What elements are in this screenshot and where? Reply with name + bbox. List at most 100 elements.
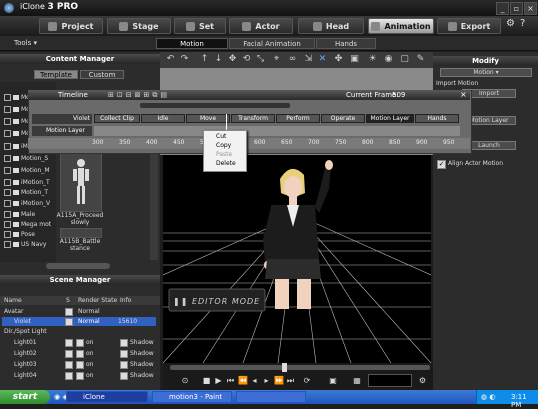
- table-row[interactable]: Light03 on Shadow: [2, 360, 156, 369]
- settings-icon[interactable]: ⚙: [506, 18, 516, 32]
- camera-icon[interactable]: ▣: [350, 55, 359, 64]
- tab-set[interactable]: Set: [174, 18, 226, 34]
- start-button[interactable]: start: [0, 390, 50, 404]
- track-cell[interactable]: Move: [186, 114, 230, 123]
- tab-custom[interactable]: Custom: [80, 70, 124, 79]
- current-frame-value[interactable]: 509: [392, 91, 405, 99]
- table-row[interactable]: Light02 on Shadow: [2, 349, 156, 358]
- eye-icon[interactable]: ◉: [384, 55, 393, 64]
- track-cell[interactable]: Transform: [231, 114, 275, 123]
- content-nav-strip[interactable]: [46, 263, 110, 269]
- minimize-button[interactable]: _: [496, 2, 509, 15]
- light-on-checkbox[interactable]: [76, 372, 84, 380]
- subtab-motion[interactable]: Motion: [156, 38, 228, 49]
- column-s[interactable]: S: [66, 297, 70, 304]
- taskbar-item[interactable]: [236, 391, 306, 403]
- record-icon[interactable]: ⊙: [177, 376, 193, 385]
- tray-icons[interactable]: ◍ ◐: [481, 393, 495, 401]
- step-back-icon[interactable]: ◂: [250, 376, 259, 385]
- rotate-icon[interactable]: ⟲: [242, 55, 251, 64]
- light-on-checkbox[interactable]: [76, 350, 84, 358]
- track-cell[interactable]: Idle: [141, 114, 185, 123]
- visible-checkbox[interactable]: [65, 308, 73, 316]
- loop-icon[interactable]: ⟳: [300, 376, 314, 385]
- tree-item[interactable]: US Navy: [4, 241, 46, 248]
- timeline-close-icon[interactable]: ×: [460, 90, 467, 99]
- stop-icon[interactable]: ■: [202, 376, 211, 385]
- track-cell[interactable]: Collect Clip: [94, 114, 140, 123]
- timeline-tool-icon[interactable]: ▤: [160, 91, 167, 99]
- visible-checkbox[interactable]: [65, 318, 73, 326]
- redo-icon[interactable]: ↷: [180, 55, 189, 64]
- tree-item[interactable]: iMotion_V: [4, 200, 50, 207]
- column-info[interactable]: Info: [120, 297, 131, 304]
- timeline-scrollbar[interactable]: [140, 103, 290, 108]
- timeline-ruler[interactable]: 300 350 400 450 500 550 600 650 700 750 …: [28, 114, 470, 149]
- light-on-checkbox[interactable]: [76, 361, 84, 369]
- taskbar-item-paint[interactable]: motion3 - Paint: [152, 391, 232, 403]
- menu-item-paste[interactable]: Paste: [216, 151, 232, 158]
- move-down-icon[interactable]: ↓: [214, 55, 223, 64]
- tree-item[interactable]: Motion_S: [4, 155, 48, 162]
- taskbar-item-iclone[interactable]: iClone: [66, 391, 148, 403]
- next-icon[interactable]: ⏭: [286, 376, 295, 385]
- previous-icon[interactable]: ⏮: [226, 376, 235, 385]
- select-icon[interactable]: ⇲: [304, 55, 313, 64]
- playback-slider[interactable]: [170, 365, 430, 370]
- tree-item[interactable]: Mega mot: [4, 221, 51, 228]
- table-row[interactable]: Avatar Normal: [2, 307, 156, 316]
- move-icon[interactable]: ✥: [228, 55, 237, 64]
- close-button[interactable]: ×: [524, 2, 537, 15]
- track-cell[interactable]: Perform: [276, 114, 320, 123]
- timeline-tool-icon[interactable]: ⊞: [144, 91, 150, 99]
- subtab-facial-animation[interactable]: Facial Animation: [229, 38, 315, 49]
- motion-layer-track[interactable]: [94, 126, 460, 136]
- timeline-tool-icon[interactable]: ⊡: [117, 91, 123, 99]
- table-row[interactable]: Light01 on Shadow: [2, 338, 156, 347]
- visible-checkbox[interactable]: [65, 339, 73, 347]
- snap-icon[interactable]: ⌖: [272, 55, 281, 64]
- column-render-state[interactable]: Render State: [78, 297, 117, 304]
- help-icon[interactable]: ?: [520, 18, 530, 32]
- tab-actor[interactable]: Actor: [229, 18, 293, 34]
- scale-icon[interactable]: ⤡: [256, 55, 265, 64]
- tab-head[interactable]: Head: [298, 18, 364, 34]
- table-row[interactable]: Dir./Spot Light: [2, 327, 156, 336]
- tab-stage[interactable]: Stage: [107, 18, 171, 34]
- fast-forward-icon[interactable]: ⏩: [274, 376, 284, 385]
- visible-checkbox[interactable]: [65, 372, 73, 380]
- light-on-checkbox[interactable]: [76, 339, 84, 347]
- timeline-tool-icon[interactable]: ⊞: [108, 91, 114, 99]
- tree-item[interactable]: Motion_T: [4, 189, 48, 196]
- content-scrollbar[interactable]: [150, 152, 158, 260]
- menu-item-delete[interactable]: Delete: [216, 160, 236, 167]
- motion-thumbnail[interactable]: [60, 228, 102, 238]
- playback-slider-thumb[interactable]: [282, 363, 287, 372]
- camera-view-icon[interactable]: ▣: [326, 376, 340, 385]
- track-cell[interactable]: Hands: [415, 114, 459, 123]
- shadow-checkbox[interactable]: [120, 372, 128, 380]
- subtab-hands[interactable]: Hands: [316, 38, 376, 49]
- motion-layer-label[interactable]: Motion Layer: [32, 126, 92, 136]
- tree-item[interactable]: Pose: [4, 231, 35, 238]
- timeline-tool-icon[interactable]: ⊟: [126, 91, 132, 99]
- tab-export[interactable]: Export: [437, 18, 501, 34]
- rewind-icon[interactable]: ⏪: [238, 376, 248, 385]
- tab-template[interactable]: Template: [34, 70, 78, 79]
- track-cell[interactable]: Motion Layer: [366, 114, 414, 123]
- visible-checkbox[interactable]: [65, 361, 73, 369]
- timeline-tool-icon[interactable]: ⧉: [152, 91, 157, 100]
- timeline-tool-icon[interactable]: ⊠: [135, 91, 141, 99]
- modify-dropdown[interactable]: Motion ▾: [440, 68, 532, 77]
- shadow-checkbox[interactable]: [120, 339, 128, 347]
- menu-item-copy[interactable]: Copy: [216, 142, 231, 149]
- shadow-checkbox[interactable]: [120, 350, 128, 358]
- maximize-button[interactable]: ▫: [510, 2, 523, 15]
- align-actor-motion-checkbox[interactable]: ✓: [437, 160, 446, 169]
- tree-item[interactable]: iMotion_T: [4, 179, 50, 186]
- table-row[interactable]: Violet Normal 15610: [2, 317, 156, 326]
- motion-thumbnail[interactable]: [60, 152, 102, 212]
- shadow-checkbox[interactable]: [120, 361, 128, 369]
- pivot-icon[interactable]: ✤: [334, 55, 343, 64]
- track-cell[interactable]: Operate: [321, 114, 365, 123]
